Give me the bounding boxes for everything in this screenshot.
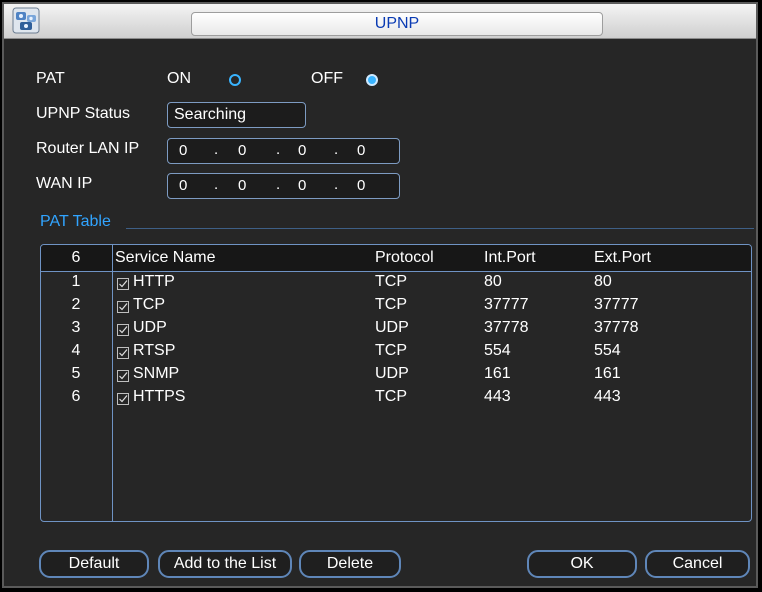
router-lan-ip-octet-4[interactable]: 0 [357,142,365,159]
wan-ip-octet-2[interactable]: 0 [238,177,246,194]
row-int-port: 443 [484,388,511,405]
checkmark-icon [119,372,128,380]
row-service: TCP [133,296,165,313]
row-protocol: TCP [375,296,407,313]
upnp-status-field: Searching [167,102,306,128]
column-protocol: Protocol [375,249,434,266]
row-service: HTTPS [133,388,186,405]
row-protocol: UDP [375,365,409,382]
row-int-port: 80 [484,273,502,290]
row-protocol: TCP [375,388,407,405]
row-protocol: TCP [375,342,407,359]
router-lan-ip-octet-2[interactable]: 0 [238,142,246,159]
window-title: UPNP [374,15,420,32]
cancel-button[interactable]: Cancel [645,550,750,578]
router-lan-ip-octet-1[interactable]: 0 [179,142,187,159]
delete-button[interactable]: Delete [299,550,401,578]
checkmark-icon [119,349,128,357]
wan-ip-octet-4[interactable]: 0 [357,177,365,194]
upnp-status-value: Searching [174,106,247,123]
row-index: 2 [71,296,81,313]
column-ext-port: Ext.Port [594,249,651,266]
camera-group-icon [12,7,40,34]
router-lan-ip-octet-3[interactable]: 0 [298,142,306,159]
row-int-port: 554 [484,342,511,359]
ip-separator: . [334,176,339,193]
row-ext-port: 161 [594,365,621,382]
row-index: 3 [71,319,81,336]
row-ext-port: 554 [594,342,621,359]
add-to-list-button[interactable]: Add to the List [158,550,292,578]
ip-separator: . [276,176,281,193]
pat-on-label: ON [167,70,191,87]
row-checkbox[interactable] [117,324,129,336]
row-index: 5 [71,365,81,382]
ip-separator: . [214,141,219,158]
row-service: SNMP [133,365,180,382]
table-header: 6 Service Name Protocol Int.Port Ext.Por… [41,245,751,272]
row-count: 6 [71,249,81,266]
row-protocol: UDP [375,319,409,336]
row-ext-port: 80 [594,273,612,290]
title-bar: UPNP [4,4,756,39]
checkmark-icon [119,326,128,334]
row-service: UDP [133,319,167,336]
row-checkbox[interactable] [117,393,129,405]
checkmark-icon [119,395,128,403]
checkmark-icon [119,280,128,288]
ip-separator: . [214,176,219,193]
title-pill: UPNP [191,12,603,36]
row-index: 4 [71,342,81,359]
column-service-name: Service Name [115,249,216,266]
pat-table: 6 Service Name Protocol Int.Port Ext.Por… [40,244,752,522]
row-index: 6 [71,388,81,405]
pat-off-label: OFF [311,70,343,87]
row-protocol: TCP [375,273,407,290]
pat-off-radio[interactable] [366,74,378,86]
row-checkbox[interactable] [117,347,129,359]
ip-separator: . [334,141,339,158]
upnp-status-label: UPNP Status [36,105,130,122]
pat-on-radio[interactable] [229,74,241,86]
section-divider [126,228,754,229]
ip-separator: . [276,141,281,158]
row-int-port: 37777 [484,296,529,313]
pat-label: PAT [36,70,65,87]
row-service: RTSP [133,342,176,359]
pat-table-title: PAT Table [40,213,111,230]
row-checkbox[interactable] [117,370,129,382]
wan-ip-octet-3[interactable]: 0 [298,177,306,194]
row-checkbox[interactable] [117,278,129,290]
row-ext-port: 443 [594,388,621,405]
row-index: 1 [71,273,81,290]
router-lan-ip-label: Router LAN IP [36,140,140,157]
upnp-dialog: UPNP PAT ON OFF UPNP Status Searching Ro… [2,2,758,588]
wan-ip-field[interactable]: 0 . 0 . 0 . 0 [167,173,400,199]
wan-ip-label: WAN IP [36,175,93,192]
row-service: HTTP [133,273,175,290]
row-int-port: 161 [484,365,511,382]
column-separator [112,245,113,521]
row-int-port: 37778 [484,319,529,336]
ok-button[interactable]: OK [527,550,637,578]
row-checkbox[interactable] [117,301,129,313]
row-ext-port: 37778 [594,319,639,336]
default-button[interactable]: Default [39,550,149,578]
column-int-port: Int.Port [484,249,536,266]
checkmark-icon [119,303,128,311]
wan-ip-octet-1[interactable]: 0 [179,177,187,194]
row-ext-port: 37777 [594,296,639,313]
router-lan-ip-field[interactable]: 0 . 0 . 0 . 0 [167,138,400,164]
